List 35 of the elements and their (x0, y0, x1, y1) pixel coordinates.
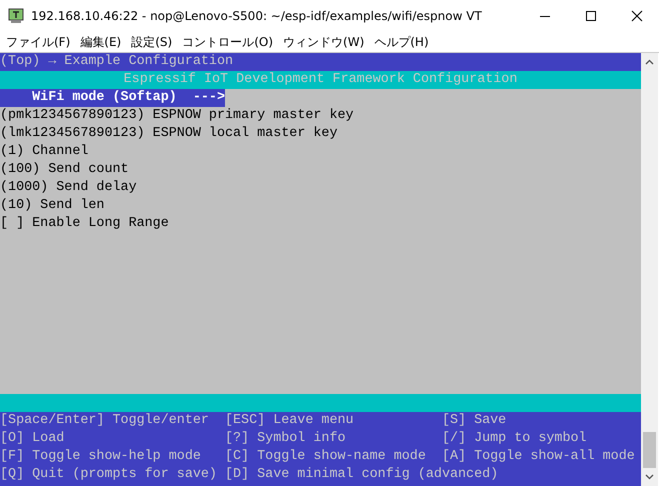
config-option[interactable]: (10) Send len (0, 198, 104, 213)
config-option[interactable]: WiFi mode (Softap) ---> (0, 89, 225, 107)
shortcut-hint: [D] Save minimal config (advanced) (224, 466, 500, 484)
shortcut-hint: [/] Jump to symbol (442, 430, 588, 448)
scroll-up-icon[interactable] (645, 59, 654, 65)
config-option[interactable]: (lmk1234567890123) ESPNOW local master key (0, 126, 338, 141)
scroll-thumb[interactable] (643, 432, 656, 468)
terminal-app-icon (8, 8, 24, 24)
shortcut-hint: [A] Toggle show-all mode (442, 448, 636, 466)
shortcut-hint: [Space/Enter] Toggle/enter (0, 412, 210, 430)
config-option[interactable]: (pmk1234567890123) ESPNOW primary master key (0, 108, 354, 123)
shortcut-hint: [O] Load (0, 430, 66, 448)
menu-item[interactable]: 編集(E) (78, 34, 130, 50)
menu-item[interactable]: ファイル(F) (4, 34, 78, 50)
menu-item[interactable]: コントロール(O) (180, 34, 282, 50)
shortcut-hint: [C] Toggle show-name mode (224, 448, 427, 466)
shortcut-hint: [ESC] Leave menu (224, 412, 355, 430)
shortcut-hint: [S] Save (442, 412, 508, 430)
menu-item[interactable]: ヘルプ(H) (372, 34, 437, 50)
close-icon[interactable] (631, 10, 643, 22)
shortcut-hint: [?] Symbol info (224, 430, 347, 448)
menu-item[interactable]: ウィンドウ(W) (281, 34, 372, 50)
maximize-icon[interactable] (585, 10, 597, 22)
scroll-down-icon[interactable] (645, 474, 654, 480)
shortcut-hint: [Q] Quit (prompts for save) (0, 466, 218, 484)
shortcut-hint: [F] Toggle show-help mode (0, 448, 202, 466)
menu-header: Espressif IoT Development Framework Configuration (124, 72, 518, 87)
menu-item[interactable]: 設定(S) (129, 34, 180, 50)
breadcrumb: (Top) → Example Configuration (0, 54, 234, 69)
scrollbar[interactable] (641, 53, 658, 486)
config-option[interactable]: (1000) Send delay (0, 180, 137, 195)
config-option[interactable]: [ ] Enable Long Range (0, 216, 169, 231)
config-option[interactable]: (1) Channel (0, 144, 88, 159)
window-title: 192.168.10.46:22 - nop@Lenovo-S500: ~/esp-idf/examples/wifi/espnow VT (31, 9, 483, 23)
config-option[interactable]: (100) Send count (0, 162, 129, 177)
